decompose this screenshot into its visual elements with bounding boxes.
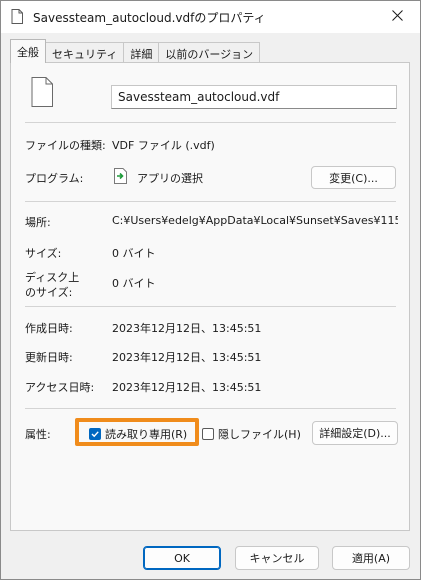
properties-window: Savessteam_autocloud.vdfのプロパティ 全般 セキュリティ… <box>0 0 421 580</box>
location-value[interactable]: C:¥Users¥edelg¥AppData¥Local¥Sunset¥Save… <box>112 214 398 227</box>
file-type-label: ファイルの種類: <box>25 139 106 152</box>
checkbox-checked-icon[interactable] <box>89 428 101 440</box>
modified-value: 2023年12月12日、13:45:51 <box>112 351 262 364</box>
created-value: 2023年12月12日、13:45:51 <box>112 322 262 335</box>
apply-button[interactable]: 適用(A) <box>332 546 410 570</box>
readonly-label: 読み取り専用(R) <box>105 428 188 441</box>
ok-button[interactable]: OK <box>143 546 221 570</box>
disk-size-value: 0 バイト <box>112 277 156 290</box>
size-value: 0 バイト <box>112 247 156 260</box>
cancel-button[interactable]: キャンセル <box>235 546 319 570</box>
disk-size-label-line2: のサイズ: <box>25 286 73 299</box>
divider <box>25 408 396 409</box>
hidden-label: 隠しファイル(H) <box>218 428 301 441</box>
tab-details[interactable]: 詳細 <box>123 42 160 64</box>
accessed-label: アクセス日時: <box>25 381 95 394</box>
file-type-value: VDF ファイル (.vdf) <box>112 139 215 152</box>
divider <box>25 122 396 123</box>
change-button[interactable]: 変更(C)... <box>311 166 396 189</box>
tab-security[interactable]: セキュリティ <box>45 42 125 64</box>
file-icon <box>11 9 23 24</box>
readonly-checkbox[interactable]: 読み取り専用(R) <box>89 426 187 442</box>
title-bar: Savessteam_autocloud.vdfのプロパティ <box>1 1 420 33</box>
created-label: 作成日時: <box>25 322 73 335</box>
divider <box>25 306 396 307</box>
hidden-checkbox[interactable]: 隠しファイル(H) <box>202 426 301 442</box>
close-button[interactable] <box>374 1 420 33</box>
program-value: アプリの選択 <box>137 172 203 185</box>
tab-general[interactable]: 全般 <box>10 39 46 63</box>
accessed-value: 2023年12月12日、13:45:51 <box>112 381 262 394</box>
location-label: 場所: <box>25 216 51 229</box>
tab-previous-versions[interactable]: 以前のバージョン <box>158 42 261 64</box>
file-large-icon <box>31 77 53 110</box>
size-label: サイズ: <box>25 247 62 260</box>
disk-size-label-line1: ディスク上 <box>25 271 80 284</box>
filename-field[interactable]: Savessteam_autocloud.vdf <box>111 85 397 109</box>
divider <box>25 201 396 202</box>
tab-strip: 全般 セキュリティ 詳細 以前のバージョン <box>10 39 261 64</box>
window-title: Savessteam_autocloud.vdfのプロパティ <box>33 11 266 25</box>
advanced-button[interactable]: 詳細設定(D)... <box>312 421 398 445</box>
checkbox-unchecked-icon[interactable] <box>202 428 214 440</box>
modified-label: 更新日時: <box>25 351 73 364</box>
app-picker-icon <box>114 168 127 187</box>
disk-size-label: ディスク上 のサイズ: <box>25 270 79 300</box>
program-label: プログラム: <box>25 172 84 185</box>
close-icon <box>391 10 403 24</box>
attributes-label: 属性: <box>25 428 51 441</box>
